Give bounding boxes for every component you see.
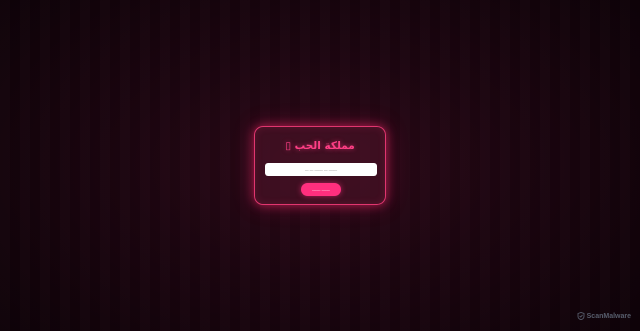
- watermark-text: ScanMalware: [586, 312, 631, 320]
- submit-button[interactable]: ـــــــ ـــــــ: [301, 183, 341, 196]
- login-card: مملكة الحب ▯ ـــــــ ـــ ــــ: [254, 126, 386, 205]
- scanmalware-logo-icon: [577, 312, 585, 320]
- name-input[interactable]: [265, 163, 377, 176]
- scanmalware-watermark: ScanMalware: [577, 311, 631, 321]
- card-title: مملكة الحب ▯: [285, 140, 355, 152]
